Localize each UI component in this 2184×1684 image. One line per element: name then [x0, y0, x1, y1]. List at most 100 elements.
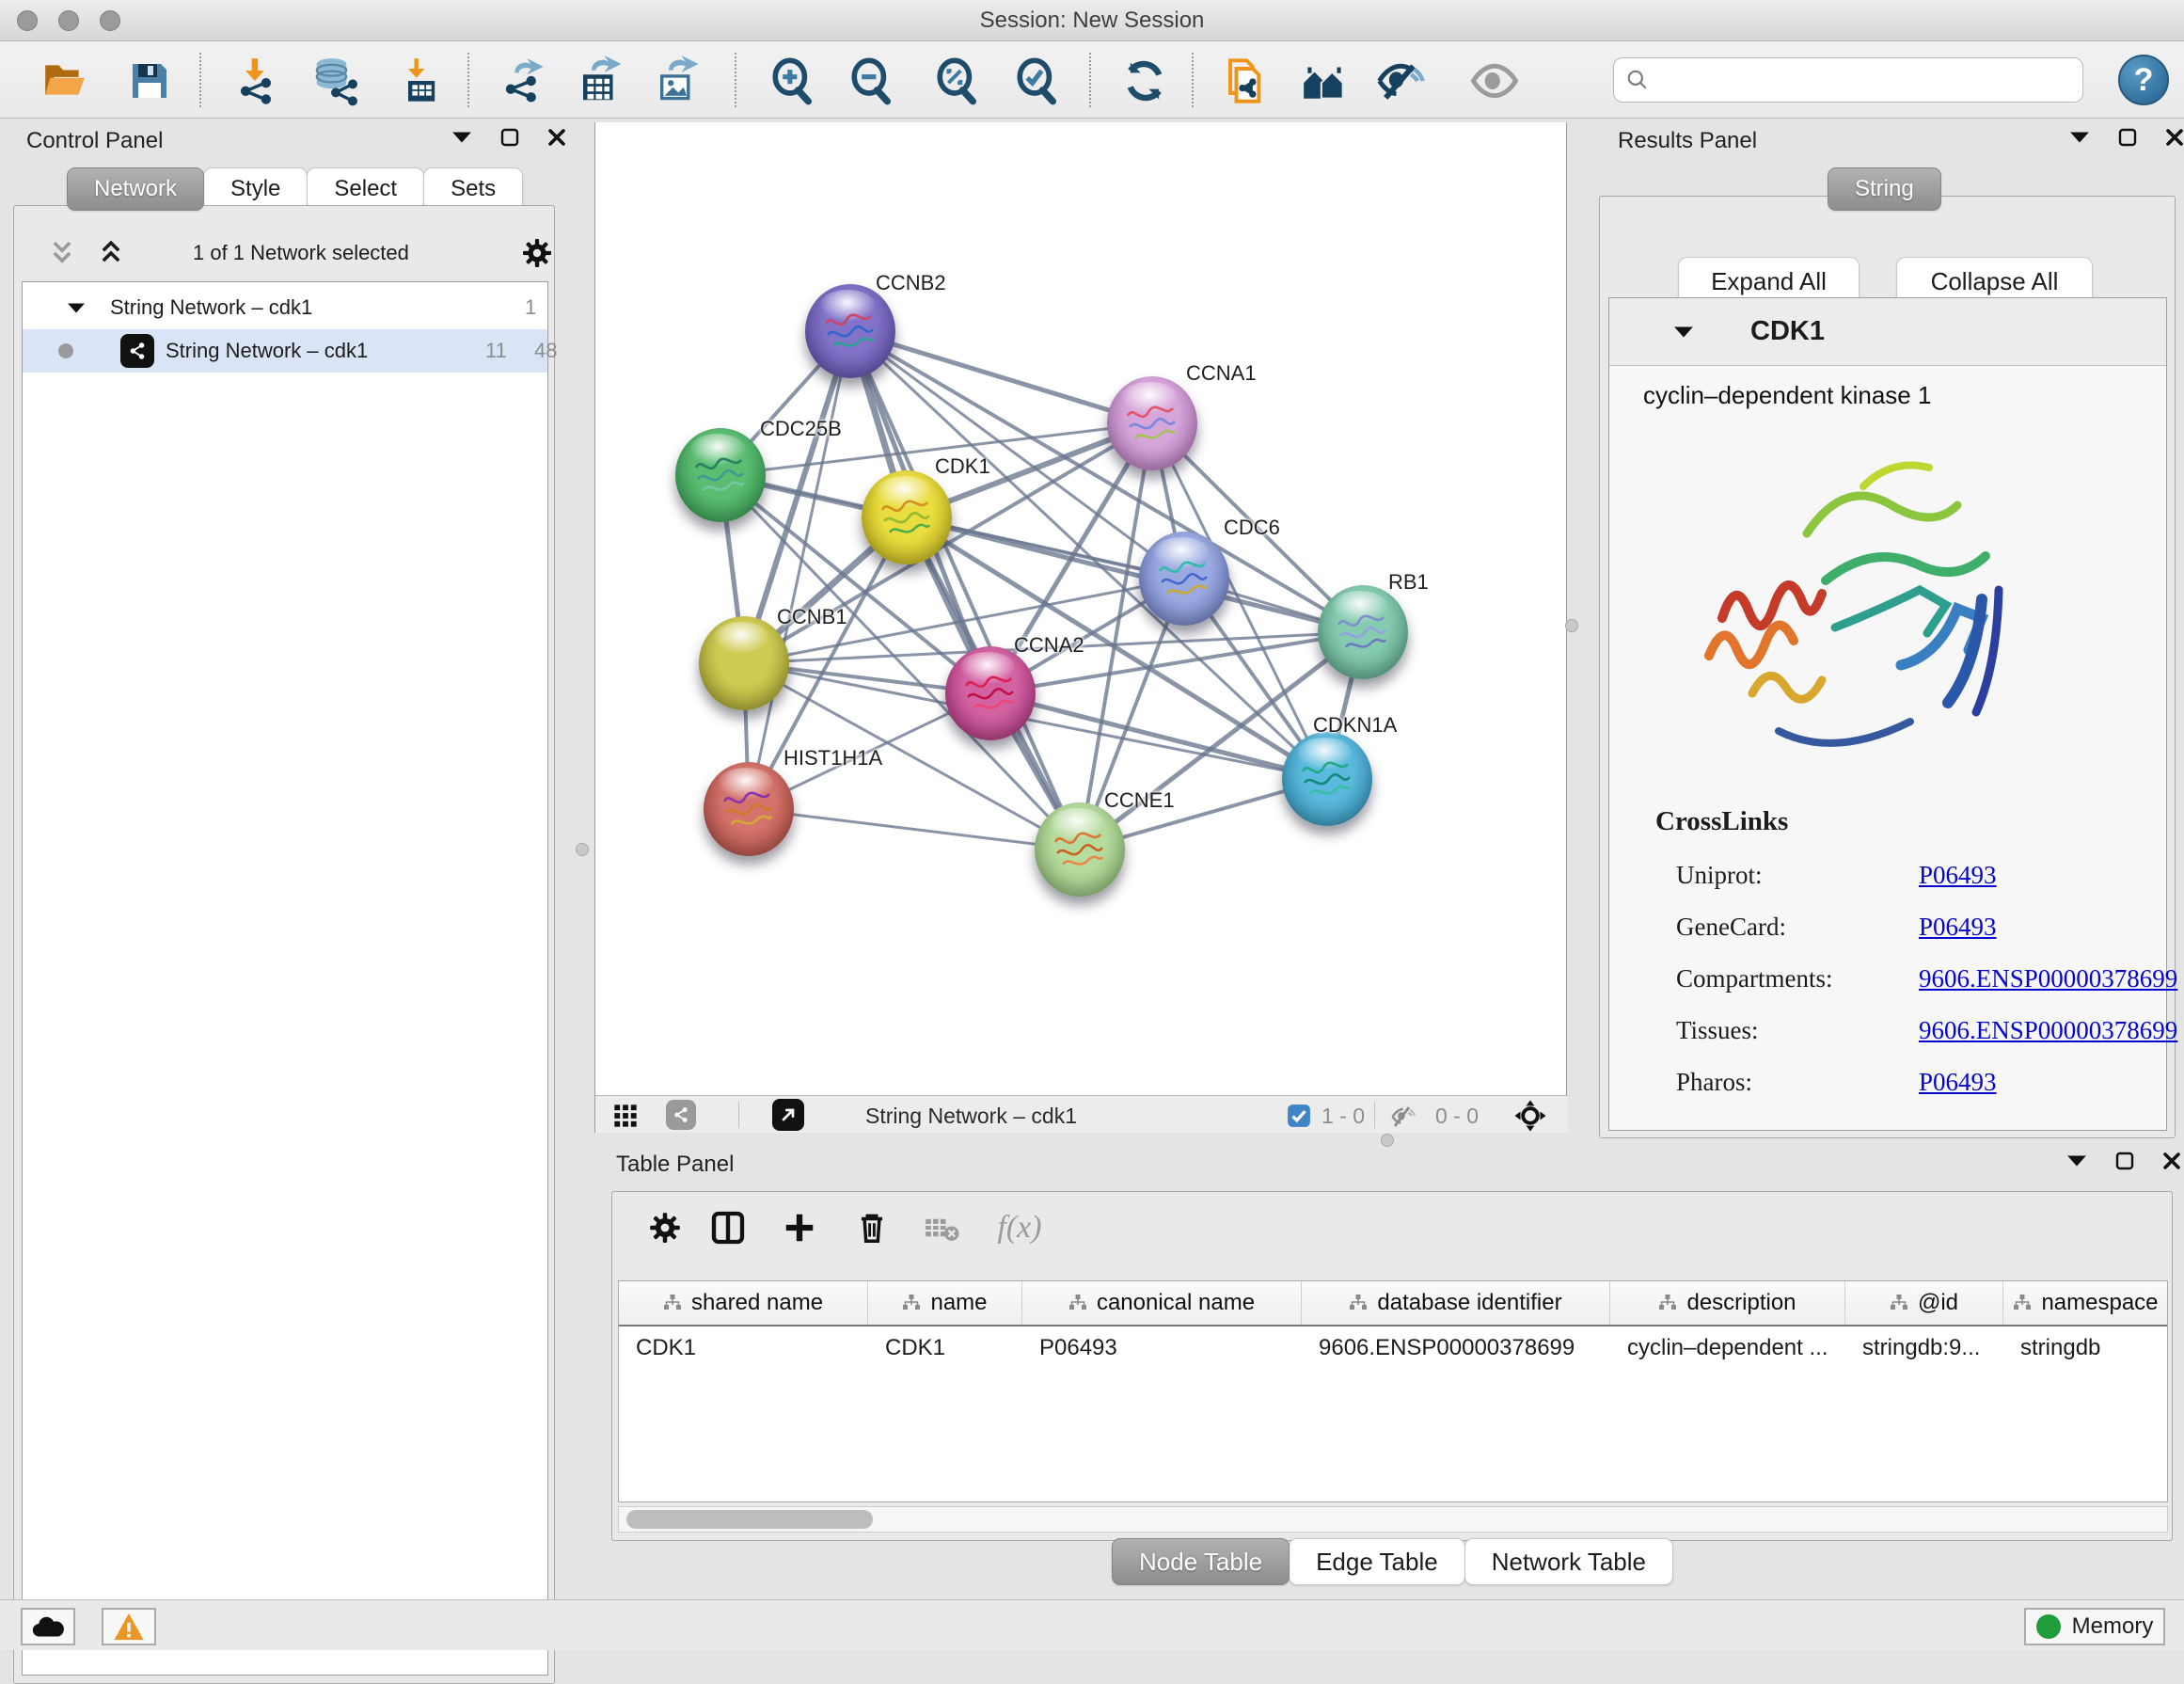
zoom-out-icon[interactable]: [846, 56, 896, 106]
grid-view-icon[interactable]: [612, 1103, 639, 1129]
export-table-icon[interactable]: [575, 56, 625, 106]
tab-network-table[interactable]: Network Table: [1464, 1538, 1673, 1585]
network-node-CDK1[interactable]: [862, 470, 952, 564]
apply-layout-icon[interactable]: [1119, 56, 1170, 106]
export-network-icon[interactable]: [498, 56, 548, 106]
network-node-CCNB2[interactable]: [805, 284, 895, 378]
network-node-CCNA1[interactable]: [1107, 376, 1197, 470]
table-cell[interactable]: cyclin–dependent ...: [1610, 1327, 1845, 1370]
add-column-icon[interactable]: [773, 1201, 826, 1254]
network-node-HIST1H1A[interactable]: [704, 762, 794, 856]
table-cell[interactable]: CDK1: [868, 1327, 1022, 1370]
import-network-file-icon[interactable]: [230, 56, 281, 106]
show-all-icon[interactable]: [1469, 56, 1520, 106]
network-node-CDKN1A[interactable]: [1282, 732, 1372, 826]
panel-float-icon[interactable]: [2066, 1154, 2087, 1168]
import-network-database-icon[interactable]: [310, 56, 361, 106]
collapse-section-triangle-icon[interactable]: [1673, 326, 1694, 339]
table-cell[interactable]: P06493: [1022, 1327, 1302, 1370]
column-header-name[interactable]: name: [868, 1281, 1022, 1325]
open-in-window-icon[interactable]: [772, 1099, 804, 1131]
column-header-@id[interactable]: @id: [1845, 1281, 2003, 1325]
network-collection-row[interactable]: String Network – cdk1 1: [23, 286, 547, 329]
panel-close-icon[interactable]: [547, 128, 566, 147]
first-neighbors-icon[interactable]: [1300, 56, 1351, 106]
birds-eye-crosshair-icon[interactable]: [1513, 1099, 1547, 1133]
delete-table-icon[interactable]: [915, 1201, 968, 1254]
table-cell[interactable]: CDK1: [619, 1327, 868, 1370]
hidden-counts: 0 - 0: [1435, 1104, 1479, 1129]
table-cell[interactable]: 9606.ENSP00000378699: [1302, 1327, 1610, 1370]
help-button[interactable]: ?: [2118, 55, 2169, 105]
column-header-namespace[interactable]: namespace: [2003, 1281, 2168, 1325]
table-cell[interactable]: stringdb:9...: [1845, 1327, 2003, 1370]
network-node-RB1[interactable]: [1318, 585, 1408, 679]
network-node-CCNA2[interactable]: [945, 646, 1036, 740]
cloud-services-button[interactable]: [21, 1608, 75, 1645]
node-label-CCNB1: CCNB1: [777, 605, 847, 629]
network-node-CDC6[interactable]: [1139, 532, 1229, 626]
network-node-CCNB1[interactable]: [699, 616, 789, 710]
table-options-gear-icon[interactable]: [639, 1201, 691, 1254]
zoom-selected-icon[interactable]: [1011, 56, 1062, 106]
crosslink-link[interactable]: P06493: [1919, 913, 1997, 942]
table-cell[interactable]: stringdb: [2003, 1327, 2168, 1370]
crosslink-link[interactable]: P06493: [1919, 861, 1997, 890]
column-header-label: database identifier: [1377, 1290, 1561, 1316]
table-row[interactable]: CDK1CDK1P064939606.ENSP00000378699cyclin…: [619, 1327, 2167, 1370]
panel-float-icon[interactable]: [451, 131, 472, 144]
hidden-eye-icon[interactable]: [1390, 1103, 1418, 1131]
table-horizontal-scrollbar[interactable]: [618, 1506, 2168, 1533]
column-header-shared-name[interactable]: shared name: [619, 1281, 868, 1325]
hide-selected-icon[interactable]: [1375, 56, 1426, 106]
column-header-canonical-name[interactable]: canonical name: [1022, 1281, 1302, 1325]
crosslink-link[interactable]: P06493: [1919, 1068, 1997, 1097]
zoom-fit-icon[interactable]: [931, 56, 982, 106]
close-window-button[interactable]: [17, 10, 38, 31]
selected-checkbox-icon[interactable]: [1287, 1104, 1311, 1128]
tab-node-table[interactable]: Node Table: [1112, 1538, 1290, 1585]
network-row-selected[interactable]: String Network – cdk1 11 48: [23, 329, 547, 373]
export-image-icon[interactable]: [652, 56, 703, 106]
warnings-button[interactable]: [102, 1608, 156, 1645]
panel-maximize-icon[interactable]: [2118, 128, 2137, 147]
network-canvas[interactable]: CCNB2CCNA1CDC25BCDK1CDC6RB1CCNB1CCNA2HIS…: [595, 122, 1568, 1095]
scrollbar-thumb[interactable]: [626, 1510, 873, 1529]
delete-column-icon[interactable]: [846, 1201, 898, 1254]
expand-all-tree-icon[interactable]: [46, 239, 78, 267]
network-node-CDC25B[interactable]: [675, 428, 766, 522]
panel-maximize-icon[interactable]: [2115, 1152, 2134, 1170]
column-header-database-identifier[interactable]: database identifier: [1302, 1281, 1610, 1325]
panel-close-icon[interactable]: [2165, 128, 2184, 147]
protein-card-header[interactable]: CDK1: [1609, 298, 2166, 366]
function-builder-icon[interactable]: f(x): [977, 1201, 1062, 1254]
import-table-file-icon[interactable]: [395, 56, 446, 106]
right-splitter-handle[interactable]: [1565, 619, 1578, 632]
tab-string[interactable]: String: [1828, 167, 1941, 211]
clone-network-icon[interactable]: [1217, 56, 1268, 106]
show-columns-icon[interactable]: [702, 1201, 754, 1254]
panel-maximize-icon[interactable]: [500, 128, 519, 147]
panel-close-icon[interactable]: [2162, 1152, 2181, 1170]
collapse-all-tree-icon[interactable]: [95, 239, 127, 267]
memory-button[interactable]: Memory: [2024, 1608, 2165, 1645]
left-splitter-handle[interactable]: [576, 843, 589, 856]
minimize-window-button[interactable]: [58, 10, 79, 31]
network-options-gear-icon[interactable]: [520, 236, 554, 270]
network-node-CCNE1[interactable]: [1035, 802, 1125, 897]
save-session-icon[interactable]: [124, 56, 175, 106]
network-thumbnail-icon[interactable]: [666, 1100, 696, 1130]
crosslink-link[interactable]: 9606.ENSP00000378699: [1919, 1016, 2177, 1045]
tab-network[interactable]: Network: [67, 167, 204, 211]
tab-edge-table[interactable]: Edge Table: [1289, 1538, 1465, 1585]
tree-expand-triangle-icon[interactable]: [67, 302, 86, 314]
open-session-icon[interactable]: [40, 56, 90, 106]
search-input[interactable]: [1657, 68, 2062, 92]
column-header-description[interactable]: description: [1610, 1281, 1845, 1325]
results-panel: Results Panel String Expand All Collapse…: [1599, 122, 2184, 1138]
crosslink-link[interactable]: 9606.ENSP00000378699: [1919, 964, 2177, 993]
panel-float-icon[interactable]: [2069, 131, 2090, 144]
zoom-in-icon[interactable]: [767, 56, 817, 106]
zoom-window-button[interactable]: [100, 10, 120, 31]
traffic-lights: [17, 10, 120, 31]
